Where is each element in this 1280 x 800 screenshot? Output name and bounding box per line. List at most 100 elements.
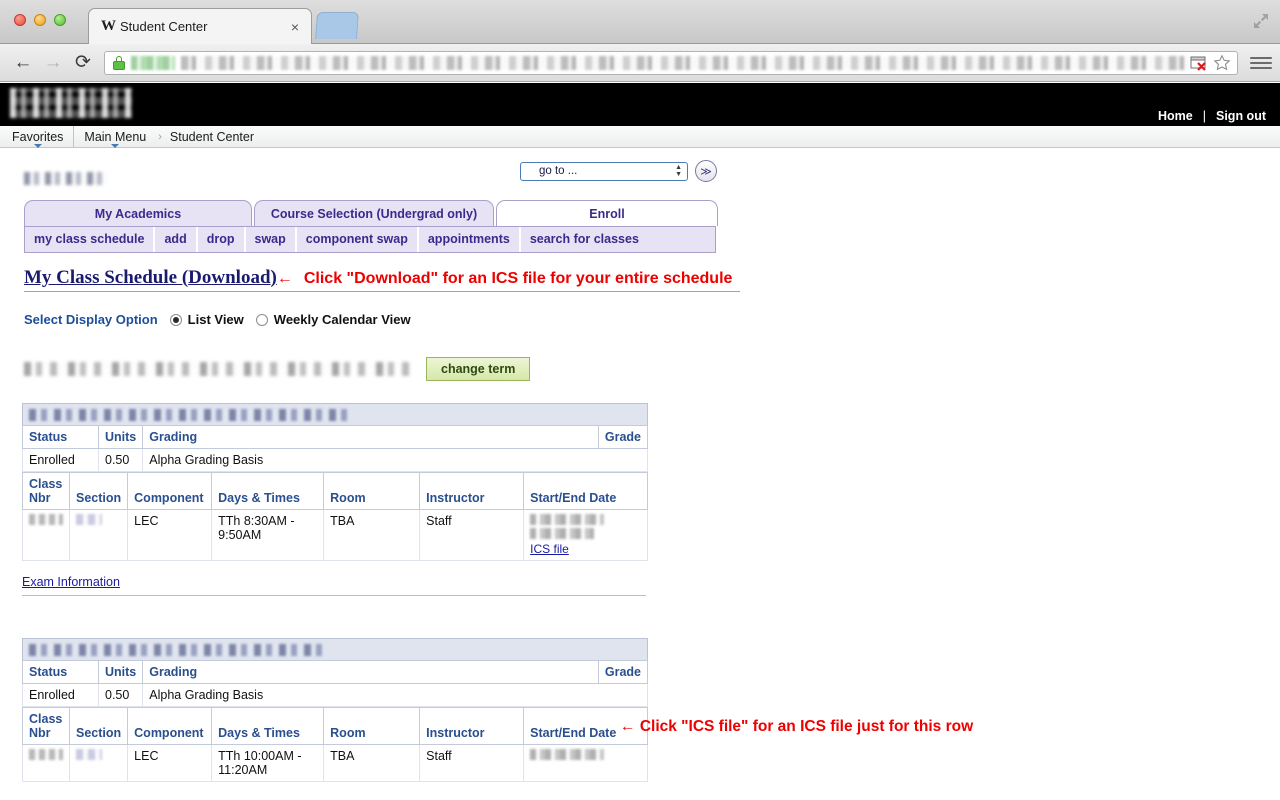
maximize-window-button[interactable] — [54, 14, 66, 26]
class-nbr-redacted — [29, 514, 63, 525]
stepper-arrows-icon: ▲ ▼ — [675, 163, 682, 178]
tab-my-academics[interactable]: My Academics — [24, 200, 252, 226]
breadcrumb-favorites-label: Favorites — [12, 129, 64, 144]
subtab-drop[interactable]: drop — [198, 227, 246, 252]
page-title-row: My Class Schedule (Download) ← Click "Do… — [24, 267, 1280, 289]
course-title-redacted — [29, 409, 349, 421]
cell-grading: Alpha Grading Basis — [142, 448, 648, 472]
cell-grading: Alpha Grading Basis — [142, 683, 648, 707]
col-class-nbr: Class Nbr — [22, 707, 70, 745]
col-instructor: Instructor — [419, 707, 525, 745]
cell-section — [68, 509, 129, 561]
address-bar[interactable] — [104, 50, 1238, 75]
browser-tab-secondary[interactable] — [315, 12, 359, 39]
radio-weekly-calendar-view-input[interactable] — [255, 313, 268, 326]
close-window-button[interactable] — [14, 14, 26, 26]
tab-course-selection[interactable]: Course Selection (Undergrad only) — [254, 200, 494, 226]
start-end-date-redacted — [530, 749, 605, 760]
course-class-table: Class Nbr Section Component Days & Times… — [22, 472, 648, 561]
display-option-row: Select Display Option List View Weekly C… — [24, 312, 1280, 327]
browser-tab-student-center[interactable]: W Student Center × — [88, 8, 312, 44]
tab-enroll[interactable]: Enroll — [496, 200, 718, 226]
cell-days-times: TTh 8:30AM - 9:50AM — [211, 509, 325, 561]
site-favicon-w: W — [101, 18, 116, 34]
start-end-date-redacted-2 — [530, 528, 595, 539]
sign-out-link[interactable]: Sign out — [1216, 109, 1266, 123]
forward-button[interactable]: → — [38, 49, 68, 77]
table-row: LEC TTh 10:00AM - 11:20AM TBA Staff — [22, 744, 648, 782]
home-link[interactable]: Home — [1158, 109, 1193, 123]
term-description-redacted — [24, 362, 412, 376]
subtab-add[interactable]: add — [155, 227, 198, 252]
url-text-redacted — [181, 55, 1190, 70]
header-links: Home | Sign out — [1158, 109, 1266, 123]
subtab-component-swap[interactable]: component swap — [297, 227, 419, 252]
radio-list-view-input[interactable] — [169, 313, 182, 326]
col-grade: Grade — [597, 425, 649, 449]
subtab-my-class-schedule[interactable]: my class schedule — [25, 227, 156, 252]
ics-file-link[interactable]: ICS file — [530, 542, 569, 556]
secure-lock-icon — [113, 55, 125, 70]
browser-navbar: ← → ⟳ — [0, 44, 1280, 82]
cell-instructor: Staff — [419, 744, 525, 782]
page-title-prefix: My Class Schedule ( — [24, 267, 189, 288]
change-term-button[interactable]: change term — [426, 357, 531, 381]
goto-select-value: go to ... — [539, 165, 578, 177]
window-traffic-lights — [14, 14, 66, 26]
col-start-end-date: Start/End Date — [523, 472, 648, 510]
col-component: Component — [127, 707, 213, 745]
url-scheme-redacted — [131, 55, 175, 70]
table-header-row: Class Nbr Section Component Days & Times… — [22, 472, 648, 510]
subtab-search-for-classes[interactable]: search for classes — [521, 227, 648, 252]
col-units: Units — [97, 660, 144, 684]
back-button[interactable]: ← — [8, 49, 38, 77]
close-icon[interactable]: × — [287, 20, 303, 34]
cell-status: Enrolled — [22, 448, 99, 472]
cell-status: Enrolled — [22, 683, 99, 707]
subtab-swap[interactable]: swap — [246, 227, 297, 252]
page-title: My Class Schedule (Download) — [24, 267, 277, 289]
course-block: Status Units Grading Grade Enrolled 0.50… — [22, 638, 649, 782]
popup-blocked-icon[interactable] — [1190, 55, 1208, 71]
minimize-window-button[interactable] — [34, 14, 46, 26]
col-component: Component — [127, 472, 213, 510]
cell-section — [68, 744, 129, 782]
col-class-nbr: Class Nbr — [22, 472, 70, 510]
goto-select[interactable]: go to ... ▲ ▼ — [520, 161, 688, 181]
browser-window: W Student Center × ← → ⟳ Home | Sign out… — [0, 0, 1280, 800]
breadcrumb-main-menu[interactable]: Main Menu — [74, 126, 156, 148]
download-link[interactable]: Download — [188, 267, 270, 288]
annotation-arrow-left-icon: ← — [620, 718, 636, 735]
main-tabs: My Academics Course Selection (Undergrad… — [0, 200, 1280, 226]
exam-information-link[interactable]: Exam Information — [22, 575, 120, 589]
ics-row-annotation: ← Click "ICS file" for an ICS file just … — [620, 718, 973, 736]
browser-tab-title: Student Center — [120, 19, 208, 34]
reload-button[interactable]: ⟳ — [68, 49, 98, 77]
ics-row-annotation-text: Click "ICS file" for an ICS file just fo… — [639, 718, 974, 735]
browser-menu-icon[interactable] — [1250, 50, 1272, 76]
table-header-row: Status Units Grading Grade — [22, 425, 649, 449]
cell-days-times: TTh 10:00AM - 11:20AM — [211, 744, 325, 782]
exam-divider — [22, 595, 646, 596]
subtab-appointments[interactable]: appointments — [419, 227, 521, 252]
radio-list-view[interactable]: List View — [169, 312, 244, 327]
course-title-bar — [22, 403, 648, 425]
radio-weekly-calendar-view[interactable]: Weekly Calendar View — [255, 312, 411, 327]
breadcrumb-main-menu-label: Main Menu — [84, 129, 147, 144]
cell-room: TBA — [323, 509, 421, 561]
page-viewport: Home | Sign out Favorites Main Menu › St… — [0, 83, 1280, 800]
annotation-arrow-left-icon: ← — [276, 270, 293, 287]
breadcrumb-favorites[interactable]: Favorites — [2, 126, 75, 148]
download-annotation: Click "Download" for an ICS file for you… — [303, 270, 733, 287]
radio-list-view-label: List View — [187, 312, 244, 327]
breadcrumb-separator: › — [158, 130, 162, 143]
title-divider — [24, 291, 740, 292]
browser-tabstrip: W Student Center × — [0, 0, 1280, 44]
goto-go-button[interactable]: ≫ — [695, 160, 717, 182]
cell-start-end-date: ICS file — [523, 509, 648, 561]
table-row: Enrolled 0.50 Alpha Grading Basis — [22, 683, 648, 707]
table-header-row: Status Units Grading Grade — [22, 660, 649, 684]
university-logo-redacted — [10, 88, 132, 118]
fullscreen-icon[interactable] — [1252, 12, 1270, 30]
bookmark-star-icon[interactable] — [1213, 54, 1231, 72]
